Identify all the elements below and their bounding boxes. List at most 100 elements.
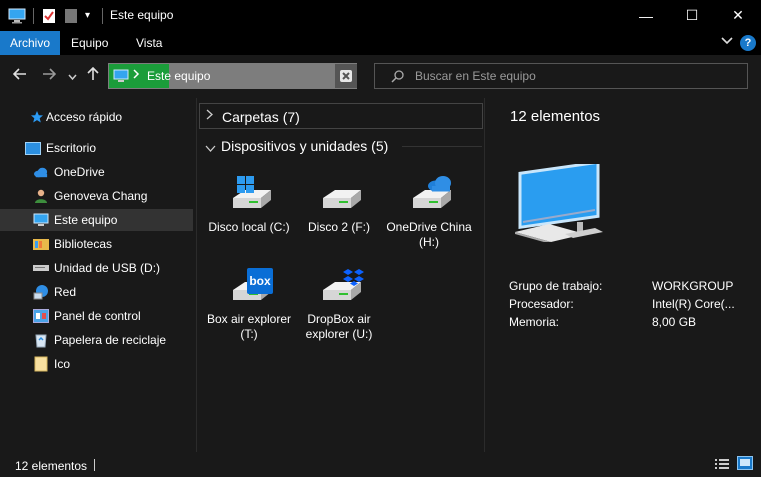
item-count: 12 elementos: [15, 459, 88, 473]
search-placeholder: Buscar en Este equipo: [415, 69, 536, 83]
group-divider-line: [402, 146, 482, 147]
ribbon-tabs: Archivo Equipo Vista ?: [0, 31, 761, 55]
sidebar-item-label: Bibliotecas: [54, 237, 113, 251]
sidebar-item-label: Genoveva Chang: [54, 189, 148, 203]
expand-ribbon-icon[interactable]: [721, 36, 733, 49]
computer-icon: [113, 69, 129, 86]
hard-drive-icon: [309, 268, 369, 310]
separator: [102, 8, 103, 24]
sidebar-item-genoveva-chang[interactable]: Genoveva Chang: [0, 185, 193, 207]
content-pane: Carpetas (7) Dispositivos y unidades (5)…: [197, 98, 484, 452]
property-value-memory: 8,00 GB: [652, 315, 697, 329]
hard-drive-icon: [219, 176, 279, 218]
property-value-workgroup: WORKGROUP: [652, 279, 734, 293]
computer-icon: [33, 212, 49, 228]
large-icons-view-icon[interactable]: [737, 456, 753, 473]
computer-icon[interactable]: [8, 0, 26, 31]
hard-drive-icon: [399, 176, 459, 218]
sidebar-item-este-equipo[interactable]: Este equipo: [0, 209, 193, 231]
minimize-button[interactable]: —: [623, 0, 669, 31]
drive-tile-c[interactable]: Disco local (C:): [204, 176, 294, 235]
onedrive-cloud-icon: [427, 176, 453, 195]
status-bar: 12 elementos: [0, 452, 761, 477]
drive-label: OneDrive China (H:): [386, 220, 472, 249]
property-label-workgroup: Grupo de trabajo:: [509, 279, 603, 293]
tab-vista[interactable]: Vista: [136, 31, 162, 55]
sidebar-item-ico[interactable]: Ico: [0, 353, 193, 375]
sidebar-item-label: Papelera de reciclaje: [54, 333, 167, 347]
user-folder-icon: [33, 188, 49, 204]
desktop-icon: [25, 140, 41, 156]
back-button[interactable]: [12, 67, 27, 83]
forward-button[interactable]: [42, 67, 57, 83]
hard-drive-icon: [309, 176, 369, 218]
sidebar-item-label: Escritorio: [46, 141, 97, 155]
up-button[interactable]: [87, 66, 99, 84]
details-title: 12 elementos: [510, 108, 601, 125]
sidebar-item-label: Ico: [54, 357, 71, 371]
title-bar: ▾ Este equipo — ☐ ✕: [0, 0, 761, 31]
libraries-icon: [33, 236, 49, 252]
sidebar-item-label: OneDrive: [54, 165, 105, 179]
drive-label: Disco local (C:): [208, 220, 290, 234]
onedrive-cloud-icon: [33, 164, 49, 180]
sidebar-item-papelera[interactable]: Papelera de reciclaje: [0, 329, 193, 351]
sidebar-item-escritorio[interactable]: Escritorio: [0, 137, 193, 159]
hard-drive-icon: box: [219, 268, 279, 310]
tab-equipo[interactable]: Equipo: [71, 31, 108, 55]
maximize-button[interactable]: ☐: [669, 0, 715, 31]
clear-address-button[interactable]: [335, 64, 357, 88]
breadcrumb-este-equipo[interactable]: Este equipo: [147, 69, 210, 83]
tab-archivo[interactable]: Archivo: [0, 31, 61, 55]
navigation-pane: Acceso rápido Escritorio OneDrive Genove…: [0, 98, 196, 452]
property-label-memory: Memoria:: [509, 315, 560, 329]
sidebar-item-label: Red: [54, 285, 77, 299]
sidebar-item-acceso-rapido[interactable]: Acceso rápido: [0, 106, 193, 128]
folder-icon: [33, 356, 49, 372]
group-header-carpetas[interactable]: Carpetas (7): [199, 103, 483, 129]
usb-drive-icon: [33, 260, 49, 276]
drive-tile-t[interactable]: box Box air explorer (T:): [204, 268, 294, 342]
sidebar-item-label: Este equipo: [54, 213, 118, 227]
status-separator: [94, 459, 95, 471]
properties-icon[interactable]: [42, 0, 56, 31]
property-value-processor: Intel(R) Core(...: [652, 297, 735, 311]
recycle-bin-icon: [33, 332, 49, 348]
property-label-processor: Procesador:: [509, 297, 574, 311]
address-bar[interactable]: Este equipo: [108, 63, 357, 89]
new-folder-icon[interactable]: [65, 0, 77, 31]
sidebar-item-unidad-usb[interactable]: Unidad de USB (D:): [0, 257, 193, 279]
drive-label: DropBox air explorer (U:): [305, 312, 373, 341]
sidebar-item-label: Unidad de USB (D:): [54, 261, 161, 275]
sidebar-item-onedrive[interactable]: OneDrive: [0, 161, 193, 183]
control-panel-icon: [33, 308, 49, 324]
search-input[interactable]: Buscar en Este equipo: [374, 63, 748, 89]
breadcrumb-chevron-icon[interactable]: [133, 69, 140, 82]
drive-tile-f[interactable]: Disco 2 (F:): [294, 176, 384, 235]
help-icon[interactable]: ?: [740, 35, 756, 51]
sidebar-item-bibliotecas[interactable]: Bibliotecas: [0, 233, 193, 255]
chevron-right-icon: [206, 109, 213, 123]
customize-toolbar-dropdown-icon[interactable]: ▾: [85, 0, 90, 31]
details-view-icon[interactable]: [715, 458, 729, 473]
sidebar-item-panel-de-control[interactable]: Panel de control: [0, 305, 193, 327]
group-label: Carpetas (7): [222, 109, 300, 125]
windows-logo-icon: [237, 176, 255, 197]
dropbox-logo-icon: [343, 268, 365, 291]
computer-preview-icon: [515, 160, 607, 245]
star-icon: [29, 109, 45, 125]
recent-locations-dropdown-icon[interactable]: [68, 68, 77, 84]
drive-tile-u[interactable]: DropBox air explorer (U:): [294, 268, 384, 342]
chevron-down-icon: [205, 141, 216, 155]
close-button[interactable]: ✕: [715, 0, 761, 31]
group-label: Dispositivos y unidades (5): [221, 138, 389, 154]
details-pane: 12 elementos Grupo de trabajo: WORKGROUP…: [485, 98, 761, 452]
box-logo-icon: box: [247, 268, 273, 294]
sidebar-item-label: Panel de control: [54, 309, 141, 323]
network-icon: [33, 284, 49, 300]
search-icon: [391, 70, 404, 86]
drive-tile-h[interactable]: OneDrive China (H:): [384, 176, 474, 250]
address-row: Este equipo Buscar en Este equipo: [0, 55, 761, 98]
separator: [33, 8, 34, 24]
sidebar-item-red[interactable]: Red: [0, 281, 193, 303]
